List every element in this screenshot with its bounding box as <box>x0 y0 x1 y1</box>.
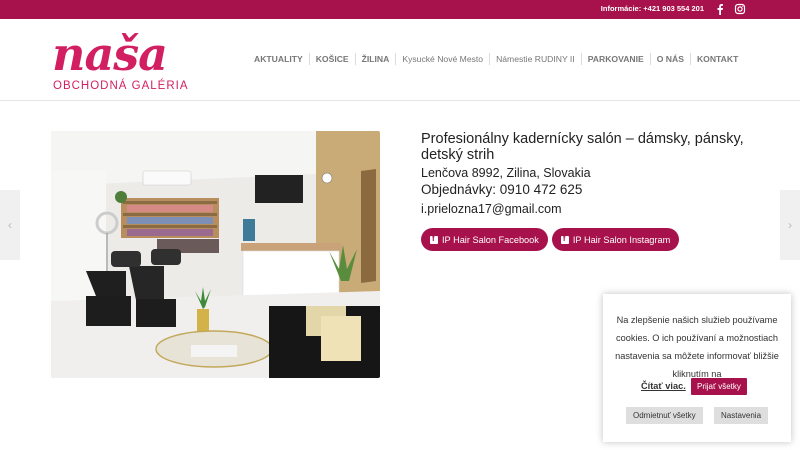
instagram-button[interactable]: IP Hair Salon Instagram <box>551 228 680 251</box>
cookie-accept-button[interactable]: Prijať všetky <box>691 378 747 395</box>
facebook-button[interactable]: IP Hair Salon Facebook <box>421 228 548 251</box>
prev-arrow-button[interactable]: ‹ <box>0 190 20 260</box>
top-bar: Informácie: +421 903 554 201 <box>0 0 800 19</box>
facebook-icon[interactable] <box>714 3 726 15</box>
cookie-message: Na zlepšenie našich služieb používame co… <box>615 315 779 379</box>
nav-item-namestie-rudiny[interactable]: Námestie RUDINY II <box>489 53 581 65</box>
next-arrow-button[interactable]: › <box>780 190 800 260</box>
nav-item-kontakt[interactable]: KONTAKT <box>689 53 744 65</box>
cookie-text: Na zlepšenie našich služieb používame co… <box>613 311 781 383</box>
nav-item-parkovanie[interactable]: PARKOVANIE <box>580 53 650 65</box>
store-email[interactable]: i.prielozna17@gmail.com <box>421 202 761 216</box>
logo-wordmark: naša <box>52 27 168 81</box>
nav-item-o-nas[interactable]: O NÁS <box>649 53 690 65</box>
site-header: naša OBCHODNÁ GALÉRIA AKTUALITY KOŠICE Ž… <box>0 19 800 101</box>
cookie-settings-button[interactable]: Nastavenia <box>714 407 769 424</box>
social-buttons: IP Hair Salon Facebook IP Hair Salon Ins… <box>421 228 680 251</box>
salon-photo <box>51 131 380 378</box>
site-logo[interactable]: naša OBCHODNÁ GALÉRIA <box>50 27 210 97</box>
nav-item-zilina[interactable]: ŽILINA <box>354 53 396 65</box>
main-nav: AKTUALITY KOŠICE ŽILINA Kysucké Nové Mes… <box>248 53 744 65</box>
contact-info: Informácie: +421 903 554 201 <box>600 4 704 13</box>
store-info: Profesionálny kadernícky salón – dámsky,… <box>421 131 761 216</box>
chevron-right-icon: › <box>788 218 792 232</box>
store-address: Lenčova 8992, Zilina, Slovakia <box>421 166 591 180</box>
facebook-square-icon <box>560 234 569 244</box>
nav-item-kosice[interactable]: KOŠICE <box>308 53 355 65</box>
facebook-square-icon <box>430 234 438 244</box>
cookie-banner: Na zlepšenie našich služieb používame co… <box>603 294 791 442</box>
instagram-button-label: IP Hair Salon Instagram <box>572 234 671 245</box>
store-title: Profesionálny kadernícky salón – dámsky,… <box>421 131 744 163</box>
chevron-left-icon: ‹ <box>8 218 12 232</box>
cookie-reject-button[interactable]: Odmietnuť všetky <box>626 407 703 424</box>
instagram-icon[interactable] <box>734 3 746 15</box>
facebook-button-label: IP Hair Salon Facebook <box>442 234 539 245</box>
logo-subtitle: OBCHODNÁ GALÉRIA <box>53 80 189 92</box>
nav-item-kysucke-nove-mesto[interactable]: Kysucké Nové Mesto <box>395 53 489 65</box>
cookie-read-more-link[interactable]: Čítať viac. <box>641 381 686 391</box>
store-phone: Objednávky: 0910 472 625 <box>421 182 583 197</box>
nav-item-aktuality[interactable]: AKTUALITY <box>248 53 309 65</box>
